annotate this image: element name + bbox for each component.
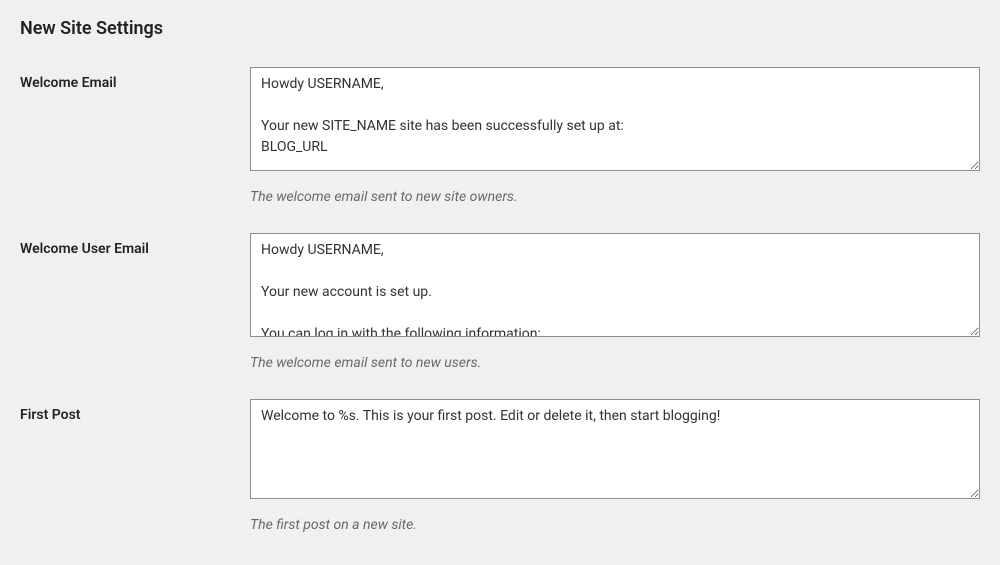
first-post-description: The first post on a new site. [250,517,980,533]
welcome-email-textarea[interactable] [250,67,980,171]
welcome-user-email-label: Welcome User Email [20,233,250,257]
first-post-row: First Post The first post on a new site. [20,399,980,533]
section-heading: New Site Settings [20,18,980,39]
first-post-textarea[interactable] [250,399,980,499]
first-post-label: First Post [20,399,250,423]
welcome-email-row: Welcome Email The welcome email sent to … [20,67,980,205]
welcome-user-email-description: The welcome email sent to new users. [250,355,980,371]
welcome-user-email-row: Welcome User Email The welcome email sen… [20,233,980,371]
welcome-email-description: The welcome email sent to new site owner… [250,189,980,205]
first-post-field: The first post on a new site. [250,399,980,533]
welcome-user-email-field: The welcome email sent to new users. [250,233,980,371]
welcome-user-email-textarea[interactable] [250,233,980,337]
welcome-email-label: Welcome Email [20,67,250,91]
welcome-email-field: The welcome email sent to new site owner… [250,67,980,205]
